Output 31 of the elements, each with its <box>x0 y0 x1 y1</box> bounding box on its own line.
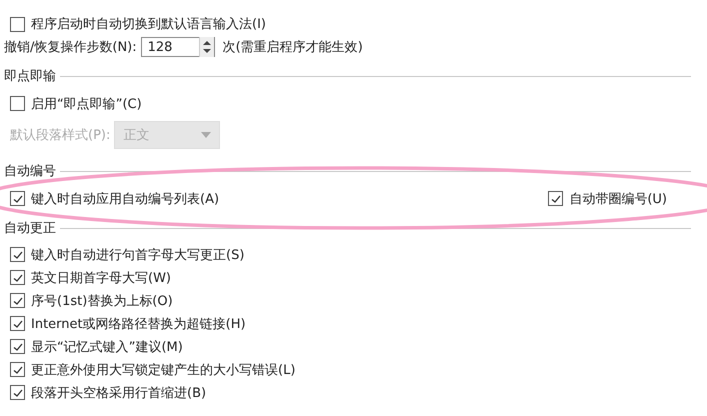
checkbox-label[interactable]: 更正意外使用大写锁定键产生的大小写错误(L) <box>31 360 296 378</box>
section-title: 即点即输 <box>4 68 56 85</box>
undo-steps-spinner[interactable]: 128 <box>140 37 215 57</box>
caret-icon <box>201 132 212 138</box>
checkbox[interactable] <box>10 362 25 377</box>
paragraph-style-label: 默认段落样式(P): <box>10 127 110 144</box>
checkbox-label[interactable]: 英文日期首字母大写(W) <box>31 268 171 286</box>
checkbox[interactable] <box>10 316 25 331</box>
checkbox-label[interactable]: 自动带圈编号(U) <box>569 190 667 208</box>
checkbox-label[interactable]: 序号(1st)替换为上标(O) <box>31 292 173 310</box>
checkbox[interactable] <box>10 191 25 206</box>
section-title: 自动编号 <box>4 163 56 180</box>
checkbox[interactable] <box>10 247 25 262</box>
checkbox[interactable] <box>10 385 25 400</box>
checkbox-label[interactable]: 键入时自动应用自动编号列表(A) <box>31 190 220 208</box>
spinner-arrows-icon[interactable] <box>198 37 214 57</box>
section-title: 自动更正 <box>4 220 56 237</box>
checkbox-label[interactable]: 启用“即点即输”(C) <box>31 94 142 112</box>
undo-steps-label: 撤销/恢复操作步数(N): <box>4 39 137 56</box>
checkbox-label[interactable]: 段落开头空格采用行首缩进(B) <box>31 384 206 402</box>
checkbox-label[interactable]: 键入时自动进行句首字母大写更正(S) <box>31 246 244 264</box>
checkbox-label[interactable]: 程序启动时自动切换到默认语言输入法(I) <box>31 15 266 33</box>
checkbox[interactable] <box>10 339 25 354</box>
checkbox[interactable] <box>10 293 25 308</box>
checkbox[interactable] <box>548 191 564 206</box>
checkbox[interactable] <box>10 96 25 111</box>
undo-note: 次(需重启程序才能生效) <box>222 39 363 56</box>
checkbox-label[interactable]: Internet或网络路径替换为超链接(H) <box>31 314 246 332</box>
checkbox[interactable] <box>10 16 25 32</box>
checkbox-label[interactable]: 显示“记忆式键入”建议(M) <box>31 338 183 356</box>
checkbox[interactable] <box>10 270 25 285</box>
